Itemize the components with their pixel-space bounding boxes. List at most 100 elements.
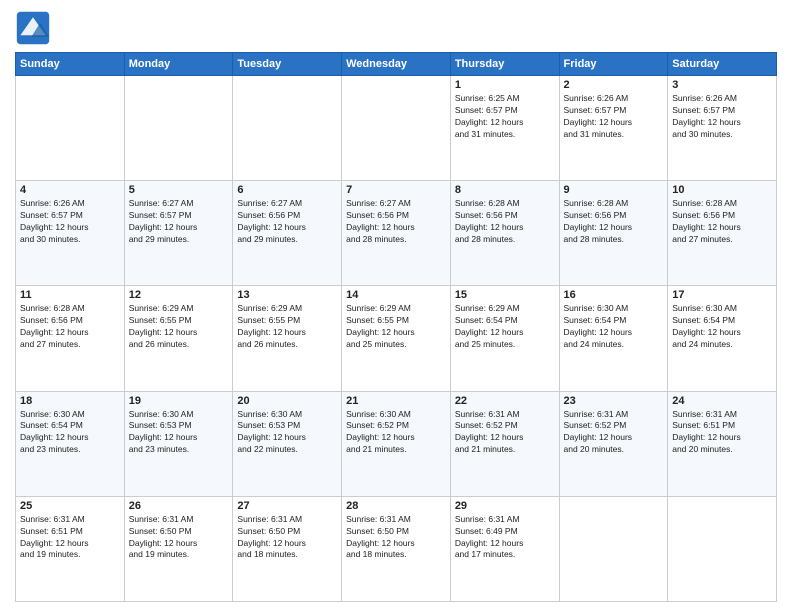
calendar-cell: 3 Sunrise: 6:26 AM Sunset: 6:57 PM Daylig…: [668, 76, 777, 181]
calendar-week-row: 1 Sunrise: 6:25 AM Sunset: 6:57 PM Daylig…: [16, 76, 777, 181]
calendar-cell: 19Sunrise: 6:30 AM Sunset: 6:53 PM Dayli…: [124, 391, 233, 496]
day-number: 23: [564, 395, 664, 407]
weekday-header: Monday: [124, 53, 233, 76]
day-number: 15: [455, 289, 555, 301]
day-info: Sunrise: 6:30 AM Sunset: 6:54 PM Dayligh…: [672, 303, 772, 351]
day-number: 26: [129, 500, 229, 512]
calendar-cell: 6Sunrise: 6:27 AM Sunset: 6:56 PM Daylig…: [233, 181, 342, 286]
calendar-cell: [559, 496, 668, 601]
day-info: Sunrise: 6:29 AM Sunset: 6:54 PM Dayligh…: [455, 303, 555, 351]
calendar-week-row: 18 Sunrise: 6:30 AM Sunset: 6:54 PM Dayli…: [16, 391, 777, 496]
day-number: 18: [20, 395, 120, 407]
calendar-cell: 18 Sunrise: 6:30 AM Sunset: 6:54 PM Dayli…: [16, 391, 125, 496]
logo-icon: [15, 10, 51, 46]
calendar-cell: 15 Sunrise: 6:29 AM Sunset: 6:54 PM Dayli…: [450, 286, 559, 391]
calendar-cell: 8 Sunrise: 6:28 AM Sunset: 6:56 PM Daylig…: [450, 181, 559, 286]
day-info: Sunrise: 6:27 AM Sunset: 6:56 PM Dayligh…: [346, 198, 446, 246]
day-number: 10: [672, 184, 772, 196]
day-number: 9: [564, 184, 664, 196]
calendar-cell: [124, 76, 233, 181]
calendar-cell: 2 Sunrise: 6:26 AM Sunset: 6:57 PM Daylig…: [559, 76, 668, 181]
day-number: 14: [346, 289, 446, 301]
logo: [15, 10, 55, 46]
calendar-cell: 10 Sunrise: 6:28 AM Sunset: 6:56 PM Dayli…: [668, 181, 777, 286]
day-number: 2: [564, 79, 664, 91]
day-info: Sunrise: 6:26 AM Sunset: 6:57 PM Dayligh…: [20, 198, 120, 246]
day-number: 1: [455, 79, 555, 91]
day-info: Sunrise: 6:31 AM Sunset: 6:52 PM Dayligh…: [455, 409, 555, 457]
calendar-cell: 24 Sunrise: 6:31 AM Sunset: 6:51 PM Dayli…: [668, 391, 777, 496]
calendar-week-row: 25 Sunrise: 6:31 AM Sunset: 6:51 PM Dayli…: [16, 496, 777, 601]
day-info: Sunrise: 6:27 AM Sunset: 6:57 PM Dayligh…: [129, 198, 229, 246]
day-number: 11: [20, 289, 120, 301]
weekday-header: Thursday: [450, 53, 559, 76]
day-info: Sunrise: 6:31 AM Sunset: 6:51 PM Dayligh…: [672, 409, 772, 457]
day-number: 22: [455, 395, 555, 407]
page: SundayMondayTuesdayWednesdayThursdayFrid…: [0, 0, 792, 612]
calendar-cell: 11 Sunrise: 6:28 AM Sunset: 6:56 PM Dayli…: [16, 286, 125, 391]
calendar-cell: 27Sunrise: 6:31 AM Sunset: 6:50 PM Dayli…: [233, 496, 342, 601]
calendar-cell: [233, 76, 342, 181]
day-info: Sunrise: 6:28 AM Sunset: 6:56 PM Dayligh…: [455, 198, 555, 246]
day-info: Sunrise: 6:26 AM Sunset: 6:57 PM Dayligh…: [672, 93, 772, 141]
day-info: Sunrise: 6:30 AM Sunset: 6:52 PM Dayligh…: [346, 409, 446, 457]
day-info: Sunrise: 6:30 AM Sunset: 6:53 PM Dayligh…: [129, 409, 229, 457]
day-number: 21: [346, 395, 446, 407]
calendar-cell: 7Sunrise: 6:27 AM Sunset: 6:56 PM Daylig…: [342, 181, 451, 286]
day-info: Sunrise: 6:29 AM Sunset: 6:55 PM Dayligh…: [129, 303, 229, 351]
day-number: 28: [346, 500, 446, 512]
calendar-cell: 12 Sunrise: 6:29 AM Sunset: 6:55 PM Dayli…: [124, 286, 233, 391]
weekday-header: Saturday: [668, 53, 777, 76]
calendar-cell: 13Sunrise: 6:29 AM Sunset: 6:55 PM Dayli…: [233, 286, 342, 391]
calendar-cell: 26 Sunrise: 6:31 AM Sunset: 6:50 PM Dayli…: [124, 496, 233, 601]
calendar-cell: 29 Sunrise: 6:31 AM Sunset: 6:49 PM Dayli…: [450, 496, 559, 601]
day-info: Sunrise: 6:31 AM Sunset: 6:51 PM Dayligh…: [20, 514, 120, 562]
day-info: Sunrise: 6:27 AM Sunset: 6:56 PM Dayligh…: [237, 198, 337, 246]
day-info: Sunrise: 6:29 AM Sunset: 6:55 PM Dayligh…: [346, 303, 446, 351]
calendar-cell: [668, 496, 777, 601]
day-number: 27: [237, 500, 337, 512]
calendar-header-row: SundayMondayTuesdayWednesdayThursdayFrid…: [16, 53, 777, 76]
day-number: 5: [129, 184, 229, 196]
day-info: Sunrise: 6:29 AM Sunset: 6:55 PM Dayligh…: [237, 303, 337, 351]
day-info: Sunrise: 6:28 AM Sunset: 6:56 PM Dayligh…: [564, 198, 664, 246]
calendar-cell: 21 Sunrise: 6:30 AM Sunset: 6:52 PM Dayli…: [342, 391, 451, 496]
day-number: 25: [20, 500, 120, 512]
day-info: Sunrise: 6:31 AM Sunset: 6:49 PM Dayligh…: [455, 514, 555, 562]
calendar-cell: 25 Sunrise: 6:31 AM Sunset: 6:51 PM Dayli…: [16, 496, 125, 601]
calendar-cell: 20 Sunrise: 6:30 AM Sunset: 6:53 PM Dayli…: [233, 391, 342, 496]
calendar-cell: 9 Sunrise: 6:28 AM Sunset: 6:56 PM Daylig…: [559, 181, 668, 286]
day-info: Sunrise: 6:28 AM Sunset: 6:56 PM Dayligh…: [672, 198, 772, 246]
header: [15, 10, 777, 46]
calendar-cell: [342, 76, 451, 181]
weekday-header: Friday: [559, 53, 668, 76]
day-info: Sunrise: 6:30 AM Sunset: 6:54 PM Dayligh…: [20, 409, 120, 457]
day-info: Sunrise: 6:26 AM Sunset: 6:57 PM Dayligh…: [564, 93, 664, 141]
day-info: Sunrise: 6:25 AM Sunset: 6:57 PM Dayligh…: [455, 93, 555, 141]
day-number: 3: [672, 79, 772, 91]
calendar-cell: 23Sunrise: 6:31 AM Sunset: 6:52 PM Dayli…: [559, 391, 668, 496]
day-info: Sunrise: 6:30 AM Sunset: 6:53 PM Dayligh…: [237, 409, 337, 457]
day-number: 4: [20, 184, 120, 196]
day-number: 8: [455, 184, 555, 196]
weekday-header: Wednesday: [342, 53, 451, 76]
day-info: Sunrise: 6:30 AM Sunset: 6:54 PM Dayligh…: [564, 303, 664, 351]
calendar-week-row: 4 Sunrise: 6:26 AM Sunset: 6:57 PM Daylig…: [16, 181, 777, 286]
weekday-header: Sunday: [16, 53, 125, 76]
calendar-cell: [16, 76, 125, 181]
day-number: 16: [564, 289, 664, 301]
calendar-cell: 22 Sunrise: 6:31 AM Sunset: 6:52 PM Dayli…: [450, 391, 559, 496]
day-info: Sunrise: 6:31 AM Sunset: 6:50 PM Dayligh…: [129, 514, 229, 562]
day-number: 12: [129, 289, 229, 301]
day-info: Sunrise: 6:28 AM Sunset: 6:56 PM Dayligh…: [20, 303, 120, 351]
day-number: 29: [455, 500, 555, 512]
calendar-cell: 5 Sunrise: 6:27 AM Sunset: 6:57 PM Daylig…: [124, 181, 233, 286]
calendar-cell: 28Sunrise: 6:31 AM Sunset: 6:50 PM Dayli…: [342, 496, 451, 601]
day-number: 20: [237, 395, 337, 407]
calendar-cell: 17Sunrise: 6:30 AM Sunset: 6:54 PM Dayli…: [668, 286, 777, 391]
day-number: 24: [672, 395, 772, 407]
calendar-cell: 14 Sunrise: 6:29 AM Sunset: 6:55 PM Dayli…: [342, 286, 451, 391]
weekday-header: Tuesday: [233, 53, 342, 76]
calendar-table: SundayMondayTuesdayWednesdayThursdayFrid…: [15, 52, 777, 602]
calendar-cell: 4 Sunrise: 6:26 AM Sunset: 6:57 PM Daylig…: [16, 181, 125, 286]
